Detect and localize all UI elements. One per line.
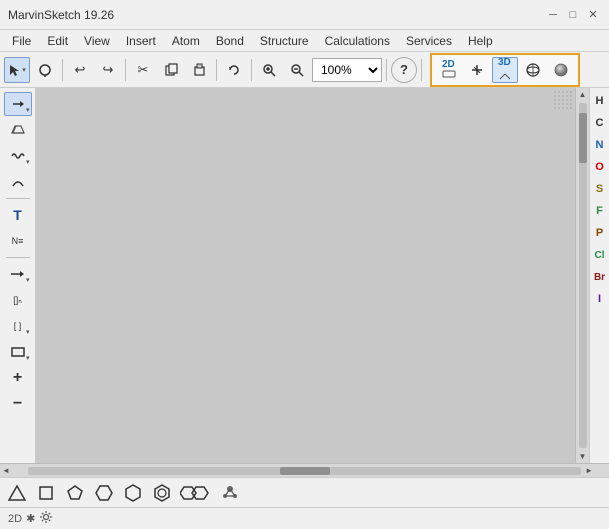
3d-clean-button[interactable]: 3D <box>492 57 518 83</box>
left-separator <box>6 198 30 199</box>
horizontal-scrollbar[interactable]: ◄ ► <box>0 463 609 477</box>
minimize-button[interactable]: ─ <box>545 7 561 23</box>
element-F[interactable]: F <box>590 200 609 222</box>
toolbar-separator-3 <box>216 59 217 81</box>
toolbar-separator-1 <box>62 59 63 81</box>
element-O[interactable]: O <box>590 156 609 178</box>
square-button[interactable] <box>33 481 59 505</box>
benzene-button[interactable] <box>149 481 175 505</box>
menu-structure[interactable]: Structure <box>252 32 317 50</box>
dot-pattern <box>553 90 573 110</box>
element-N[interactable]: N <box>590 134 609 156</box>
undo-button[interactable]: ↩ <box>67 57 93 83</box>
eraser-tool-button[interactable] <box>4 118 32 142</box>
toolbar-separator-5 <box>386 59 387 81</box>
menu-bond[interactable]: Bond <box>208 32 252 50</box>
copy-button[interactable] <box>158 57 184 83</box>
add-button[interactable]: + <box>4 366 32 390</box>
pentagon-button[interactable] <box>62 481 88 505</box>
menu-view[interactable]: View <box>76 32 118 50</box>
star-icon: ✱ <box>26 512 35 525</box>
title-bar: MarvinSketch 19.26 ─ □ ✕ <box>0 0 609 30</box>
2d-align-button[interactable] <box>464 57 490 83</box>
toolbar-separator-4 <box>251 59 252 81</box>
element-panel: H C N O S F P Cl Br I <box>589 88 609 463</box>
zoom-out-button[interactable] <box>284 57 310 83</box>
rotate-button[interactable] <box>221 57 247 83</box>
text-tool-button[interactable]: T <box>4 203 32 227</box>
2d-clean-button[interactable]: 2D <box>436 57 462 83</box>
bottom-toolbar <box>0 477 609 507</box>
close-button[interactable]: ✕ <box>585 7 601 23</box>
triangle-button[interactable] <box>4 481 30 505</box>
v-scroll-thumb[interactable] <box>579 113 587 163</box>
rectangle-button[interactable]: ▾ <box>4 340 32 364</box>
hexagon-flat-button[interactable] <box>91 481 117 505</box>
select-tool-button[interactable]: ▾ <box>4 57 30 83</box>
left-separator-2 <box>6 257 30 258</box>
menu-atom[interactable]: Atom <box>164 32 208 50</box>
dimension-toolbar: 2D 3D <box>430 53 580 87</box>
toolbar-separator-6 <box>421 59 422 81</box>
arc-tool-button[interactable] <box>4 170 32 194</box>
3d-wireframe-button[interactable] <box>520 57 546 83</box>
menu-bar: File Edit View Insert Atom Bond Structur… <box>0 30 609 52</box>
menu-edit[interactable]: Edit <box>39 32 76 50</box>
element-Cl[interactable]: Cl <box>590 244 609 266</box>
lasso-tool-button[interactable] <box>32 57 58 83</box>
bracket-n-button[interactable]: []ₙ <box>4 288 32 312</box>
naphthalene-button[interactable] <box>178 481 214 505</box>
toolbar-separator-2 <box>125 59 126 81</box>
menu-calculations[interactable]: Calculations <box>317 32 398 50</box>
3d-solid-button[interactable] <box>548 57 574 83</box>
help-button[interactable]: ? <box>391 57 417 83</box>
paste-button[interactable] <box>186 57 212 83</box>
remove-button[interactable]: − <box>4 392 32 416</box>
wave-tool-button[interactable]: ▾ <box>4 144 32 168</box>
h-scroll-thumb[interactable] <box>280 467 330 475</box>
cut-button[interactable]: ✂ <box>130 57 156 83</box>
title-controls: ─ □ ✕ <box>545 7 601 23</box>
menu-help[interactable]: Help <box>460 32 501 50</box>
main-area: ▾ ▾ T N≡ <box>0 88 609 463</box>
arrow-tool-button[interactable]: ▾ <box>4 92 32 116</box>
title-text: MarvinSketch 19.26 <box>8 8 114 22</box>
canvas-area[interactable] <box>36 88 575 463</box>
sgroup-button[interactable]: [ ] ▾ <box>4 314 32 338</box>
numbering-tool-button[interactable]: N≡ <box>4 229 32 253</box>
mode-label: 2D <box>8 513 22 525</box>
menu-insert[interactable]: Insert <box>118 32 164 50</box>
element-H[interactable]: H <box>590 90 609 112</box>
zoom-in-button[interactable] <box>256 57 282 83</box>
vertical-scrollbar[interactable]: ▲ ▼ <box>575 88 589 463</box>
hexagon-point-button[interactable] <box>120 481 146 505</box>
zoom-select[interactable]: 100% 50% 75% 150% 200% <box>312 58 382 82</box>
element-P[interactable]: P <box>590 222 609 244</box>
custom-ring-button[interactable] <box>217 481 243 505</box>
menu-services[interactable]: Services <box>398 32 460 50</box>
reaction-arrow-button[interactable]: ▾ <box>4 262 32 286</box>
redo-button[interactable]: ↪ <box>95 57 121 83</box>
element-I[interactable]: I <box>590 288 609 310</box>
element-C[interactable]: C <box>590 112 609 134</box>
element-S[interactable]: S <box>590 178 609 200</box>
menu-file[interactable]: File <box>4 32 39 50</box>
toolbar: ▾ ↩ ↪ ✂ <box>0 52 609 88</box>
status-bar: 2D ✱ <box>0 507 609 529</box>
left-toolbar: ▾ ▾ T N≡ <box>0 88 36 463</box>
settings-icon <box>39 510 53 527</box>
maximize-button[interactable]: □ <box>565 7 581 23</box>
element-Br[interactable]: Br <box>590 266 609 288</box>
